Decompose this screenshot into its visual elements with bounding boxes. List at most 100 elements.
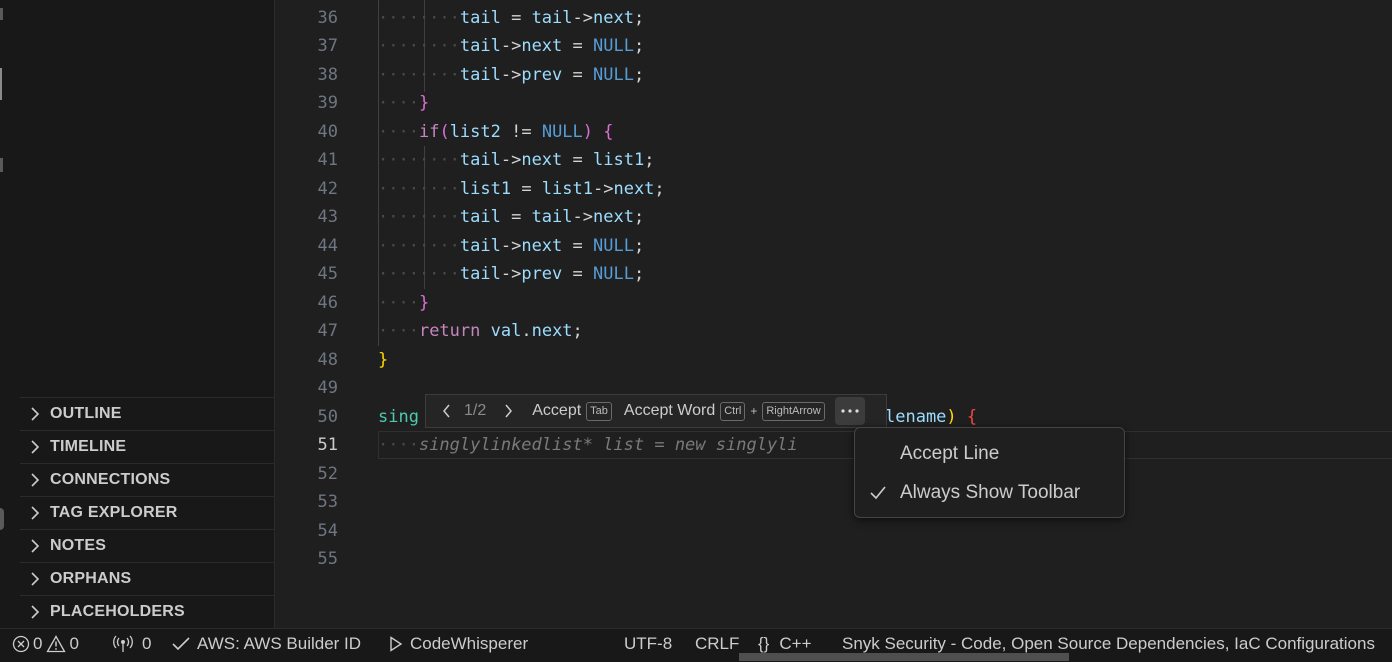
line-number: 43	[317, 207, 338, 227]
code-line: ········tail->prev = NULL;	[378, 65, 645, 85]
line-number: 54	[317, 521, 338, 541]
line-number: 55	[317, 549, 338, 569]
line-number: 52	[317, 464, 338, 484]
chevron-right-icon	[20, 398, 50, 430]
accept-word-button[interactable]: Accept Word Ctrl + RightArrow	[623, 401, 825, 421]
code-line: ········list1 = list1->next;	[378, 179, 665, 199]
snyk-label: Snyk Security - Code, Open Source Depend…	[842, 634, 1375, 653]
activity-indicator	[0, 508, 4, 530]
code-line: ········tail->next = list1;	[378, 150, 655, 170]
encoding-label: UTF-8	[624, 634, 673, 653]
accept-button[interactable]: Accept Tab	[532, 401, 612, 421]
section-label: NOTES	[50, 537, 107, 554]
section-label: TIMELINE	[50, 438, 127, 455]
chevron-right-icon	[20, 431, 50, 463]
plus-sign: +	[750, 404, 758, 418]
code-line: ········tail->next = NULL;	[378, 36, 645, 56]
status-bar: 0 0 0 AWS: AWS Builder ID CodeWhisperer …	[0, 628, 1392, 662]
tab-key-badge: Tab	[586, 401, 612, 421]
aws-label: AWS: AWS Builder ID	[197, 634, 362, 653]
section-placeholders[interactable]: PLACEHOLDERS	[20, 595, 274, 628]
code-line: ········tail->next = NULL;	[378, 236, 645, 256]
activity-indicator	[0, 158, 3, 172]
chevron-right-icon	[20, 596, 50, 628]
more-actions-button[interactable]	[834, 397, 865, 425]
line-number: 41	[317, 150, 338, 170]
chevron-right-icon	[505, 404, 512, 418]
activity-bar	[0, 0, 20, 628]
code-line: ········tail = tail->next;	[378, 207, 645, 227]
line-number: 53	[317, 492, 338, 512]
code-line: sing	[378, 407, 419, 427]
problems-indicator[interactable]: 0 0	[12, 629, 79, 659]
code-line: ····}	[378, 93, 430, 113]
chevron-right-icon	[20, 563, 50, 595]
ports-count: 0	[142, 634, 152, 653]
section-notes[interactable]: NOTES	[20, 529, 274, 562]
code-line: ········tail->prev = NULL;	[378, 264, 645, 284]
horizontal-scrollbar[interactable]	[739, 653, 1069, 661]
chevron-right-icon	[20, 497, 50, 529]
codewhisperer-label: CodeWhisperer	[410, 634, 529, 653]
ghost-suggestion: ····singlylinkedlist* list = new singlyl…	[378, 435, 798, 455]
line-number: 36	[317, 8, 338, 28]
code-line: ········tail = tail->next;	[378, 8, 645, 28]
warning-count: 0	[69, 634, 79, 653]
aws-connection[interactable]: AWS: AWS Builder ID	[172, 629, 361, 659]
codewhisperer-status[interactable]: CodeWhisperer	[389, 629, 528, 659]
activity-active-indicator	[0, 68, 2, 100]
activity-indicator	[0, 8, 3, 20]
section-connections[interactable]: CONNECTIONS	[20, 463, 274, 496]
section-label: CONNECTIONS	[50, 471, 171, 488]
ports-indicator[interactable]: 0	[113, 629, 151, 659]
rightarrow-key-badge: RightArrow	[762, 401, 825, 421]
chevron-right-icon	[20, 464, 50, 496]
section-timeline[interactable]: TIMELINE	[20, 430, 274, 463]
line-number: 38	[317, 65, 338, 85]
section-tag-explorer[interactable]: TAG EXPLORER	[20, 496, 274, 529]
eol-selector[interactable]: CRLF	[695, 629, 739, 659]
line-number-active: 51	[317, 435, 338, 455]
section-label: PLACEHOLDERS	[50, 603, 185, 620]
section-orphans[interactable]: ORPHANS	[20, 562, 274, 595]
line-number: 39	[317, 93, 338, 113]
code-line: ····return val.next;	[378, 321, 583, 341]
line-number: 37	[317, 36, 338, 56]
warning-icon	[46, 635, 67, 653]
error-icon	[12, 635, 30, 653]
chevron-left-icon	[442, 404, 450, 418]
line-number: 47	[317, 321, 338, 341]
play-icon	[390, 636, 403, 652]
check-icon	[172, 637, 190, 651]
suggestion-counter: 1/2	[464, 402, 487, 419]
braces-icon: {}	[758, 634, 770, 653]
chevron-right-icon	[20, 530, 50, 562]
section-label: OUTLINE	[50, 405, 122, 422]
code-line: }	[378, 350, 389, 370]
ellipsis-icon	[841, 409, 859, 413]
encoding-selector[interactable]: UTF-8	[624, 629, 672, 659]
toolbar-options-menu: Accept Line Always Show Toolbar	[854, 427, 1125, 518]
eol-label: CRLF	[695, 634, 740, 653]
menu-item-label: Accept Line	[900, 443, 1000, 464]
checkmark-icon	[855, 486, 900, 500]
inline-suggestion-toolbar: 1/2 Accept Tab Accept Word Ctrl + RightA…	[425, 394, 887, 428]
line-number: 45	[317, 264, 338, 284]
accept-word-label: Accept Word	[623, 402, 716, 419]
menu-item-accept-line[interactable]: Accept Line	[855, 437, 1124, 471]
line-number: 49	[317, 378, 338, 398]
ctrl-key-badge: Ctrl	[720, 401, 746, 421]
error-count: 0	[33, 634, 43, 653]
menu-item-always-show-toolbar[interactable]: Always Show Toolbar	[855, 476, 1124, 510]
section-label: ORPHANS	[50, 570, 132, 587]
previous-suggestion-button[interactable]	[436, 404, 456, 418]
code-line: ····if(list2 != NULL) {	[378, 122, 614, 142]
section-label: TAG EXPLORER	[50, 504, 178, 521]
menu-item-label: Always Show Toolbar	[900, 482, 1081, 503]
code-editor[interactable]: 36 37 38 39 40 41 42 43 44 45 46 47 48 4…	[275, 0, 1392, 628]
accept-label: Accept	[532, 402, 582, 419]
sidebar: OUTLINE TIMELINE CONNECTIONS TAG EXPLORE…	[20, 0, 275, 628]
line-number: 44	[317, 236, 338, 256]
next-suggestion-button[interactable]	[498, 404, 518, 418]
section-outline[interactable]: OUTLINE	[20, 397, 274, 430]
